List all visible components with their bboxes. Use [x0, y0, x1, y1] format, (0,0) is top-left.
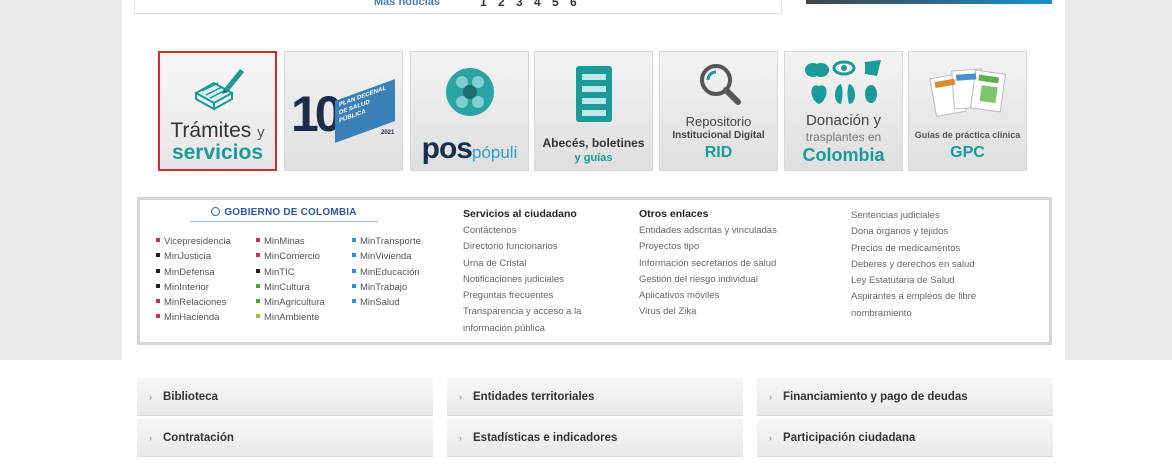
- ministries-column-3: MinTransporte MinVivienda MinEducación M…: [352, 234, 421, 310]
- ministry-link[interactable]: Vicepresidencia: [156, 234, 231, 249]
- tile-title: Trámites y: [170, 119, 265, 142]
- chevron-right-icon: ›: [769, 432, 772, 443]
- tile-title: Repositorio: [685, 114, 752, 129]
- magnifier-icon: [660, 60, 777, 106]
- tile-subtitle: y guías: [574, 152, 613, 164]
- ministry-link[interactable]: MinCultura: [256, 280, 325, 295]
- chevron-right-icon: ›: [459, 391, 462, 402]
- servicios-link[interactable]: Directorio funcionarios: [463, 239, 581, 255]
- tile-title: Abecés, boletines: [542, 136, 645, 150]
- ministry-link[interactable]: MinInterior: [156, 280, 231, 295]
- otros-link[interactable]: Información secretarios de salud: [639, 256, 777, 272]
- tile-plan-decenal[interactable]: 10 PLAN DECENAL DE SALUD PÚBLICA 2021: [284, 51, 403, 171]
- news-pager[interactable]: 1 2 3 4 5 6: [480, 0, 581, 9]
- ministry-link[interactable]: MinHacienda: [156, 310, 231, 325]
- more-link[interactable]: Precios de medicamentos: [851, 241, 976, 257]
- ministry-link[interactable]: MinAmbiente: [256, 310, 325, 325]
- plan-decenal-logo: 10 PLAN DECENAL DE SALUD PÚBLICA 2021: [291, 79, 399, 143]
- servicios-link[interactable]: Contáctenos: [463, 223, 581, 239]
- ministries-column-1: Vicepresidencia MinJusticia MinDefensa M…: [156, 234, 231, 326]
- otros-link[interactable]: Proyectos tipo: [639, 239, 777, 255]
- tile-repositorio-rid[interactable]: Repositorio Institucional Digital RID: [659, 51, 778, 171]
- category-estadisticas[interactable]: › Estadísticas e indicadores: [447, 419, 743, 457]
- document-list-icon: [535, 64, 652, 124]
- more-link[interactable]: nombramiento: [851, 306, 976, 322]
- otros-link[interactable]: Virus del Zika: [639, 304, 777, 320]
- otros-enlaces-list: Entidades adscritas y vinculadas Proyect…: [639, 223, 777, 321]
- servicios-heading: Servicios al ciudadano: [463, 208, 577, 220]
- ministry-link[interactable]: MinTransporte: [352, 234, 421, 249]
- servicios-link[interactable]: Notificaciones judiciales: [463, 272, 581, 288]
- otros-enlaces-heading: Otros enlaces: [639, 208, 709, 220]
- ministry-link[interactable]: MinMinas: [256, 234, 325, 249]
- tile-donacion-trasplantes[interactable]: Donación y trasplantes en Colombia: [784, 51, 903, 171]
- servicios-link[interactable]: información pública: [463, 321, 581, 337]
- tile-country: Colombia: [802, 145, 885, 165]
- category-entidades-territoriales[interactable]: › Entidades territoriales: [447, 378, 743, 416]
- tile-acronym: RID: [704, 144, 733, 161]
- more-link[interactable]: Dona órganos y tejidos: [851, 224, 976, 240]
- tile-tramites-servicios[interactable]: Trámites y servicios: [158, 51, 277, 171]
- tile-acronym: GPC: [950, 144, 985, 161]
- ministry-link[interactable]: MinTrabajo: [352, 280, 421, 295]
- servicios-link[interactable]: Preguntas frecuentes: [463, 288, 581, 304]
- category-contratacion[interactable]: › Contratación: [137, 419, 433, 457]
- ministry-link[interactable]: MinTIC: [256, 265, 325, 280]
- ministry-link[interactable]: MinEducación: [352, 265, 421, 280]
- ministry-link[interactable]: MinVivienda: [352, 249, 421, 264]
- organs-icon: [785, 56, 902, 108]
- pospopuli-people-icon: [411, 62, 528, 122]
- tile-gpc[interactable]: Guías de práctica clínica GPC: [908, 51, 1027, 171]
- gobierno-colombia-title[interactable]: GOBIERNO DE COLOMBIA: [190, 207, 378, 222]
- ministries-column-2: MinMinas MinComercio MinTIC MinCultura M…: [256, 234, 325, 326]
- colombia-seal-icon: [211, 207, 221, 216]
- pospopuli-wordmark: pospópuli: [421, 132, 518, 165]
- chevron-right-icon: ›: [149, 391, 152, 402]
- category-financiamiento[interactable]: › Financiamiento y pago de deudas: [757, 378, 1053, 416]
- news-box-bottom: [134, 0, 782, 14]
- servicios-link[interactable]: Transparencia y acceso a la: [463, 304, 581, 320]
- tile-title: Donación y: [805, 112, 882, 129]
- tile-abeces[interactable]: Abecés, boletines y guías: [534, 51, 653, 171]
- ministry-link[interactable]: MinComercio: [256, 249, 325, 264]
- more-links-list: Sentencias judiciales Dona órganos y tej…: [851, 208, 976, 322]
- category-participacion[interactable]: › Participación ciudadana: [757, 419, 1053, 457]
- tile-title: Guías de práctica clínica: [914, 130, 1021, 140]
- chevron-right-icon: ›: [149, 432, 152, 443]
- tile-subtitle: trasplantes en: [805, 130, 882, 144]
- otros-link[interactable]: Entidades adscritas y vinculadas: [639, 223, 777, 239]
- more-link[interactable]: Aspirantes a empleos de libre: [851, 289, 976, 305]
- ministry-link[interactable]: MinRelaciones: [156, 295, 231, 310]
- more-link[interactable]: Deberes y derechos en salud: [851, 257, 976, 273]
- tile-pospopuli[interactable]: pospópuli: [410, 51, 529, 171]
- ministry-link[interactable]: MinSalud: [352, 295, 421, 310]
- more-news-link[interactable]: Más noticias: [374, 0, 440, 8]
- chevron-right-icon: ›: [769, 391, 772, 402]
- more-link[interactable]: Sentencias judiciales: [851, 208, 976, 224]
- banner-strip: [806, 0, 1052, 4]
- chevron-right-icon: ›: [459, 432, 462, 443]
- ministry-link[interactable]: MinAgricultura: [256, 295, 325, 310]
- book-pen-icon: [160, 63, 275, 113]
- more-link[interactable]: Ley Estatutaria de Salud: [851, 273, 976, 289]
- tile-subtitle: servicios: [171, 141, 264, 164]
- servicios-list: Contáctenos Directorio funcionarios Urna…: [463, 223, 581, 337]
- servicios-link[interactable]: Urna de Cristal: [463, 256, 581, 272]
- category-biblioteca[interactable]: › Biblioteca: [137, 378, 433, 416]
- guides-booklets-icon: [909, 62, 1026, 118]
- otros-link[interactable]: Gestión del riesgo individual: [639, 272, 777, 288]
- tile-subtitle: Institucional Digital: [672, 130, 765, 141]
- ministry-link[interactable]: MinDefensa: [156, 265, 231, 280]
- ministry-link[interactable]: MinJusticia: [156, 249, 231, 264]
- otros-link[interactable]: Aplicativos móviles: [639, 288, 777, 304]
